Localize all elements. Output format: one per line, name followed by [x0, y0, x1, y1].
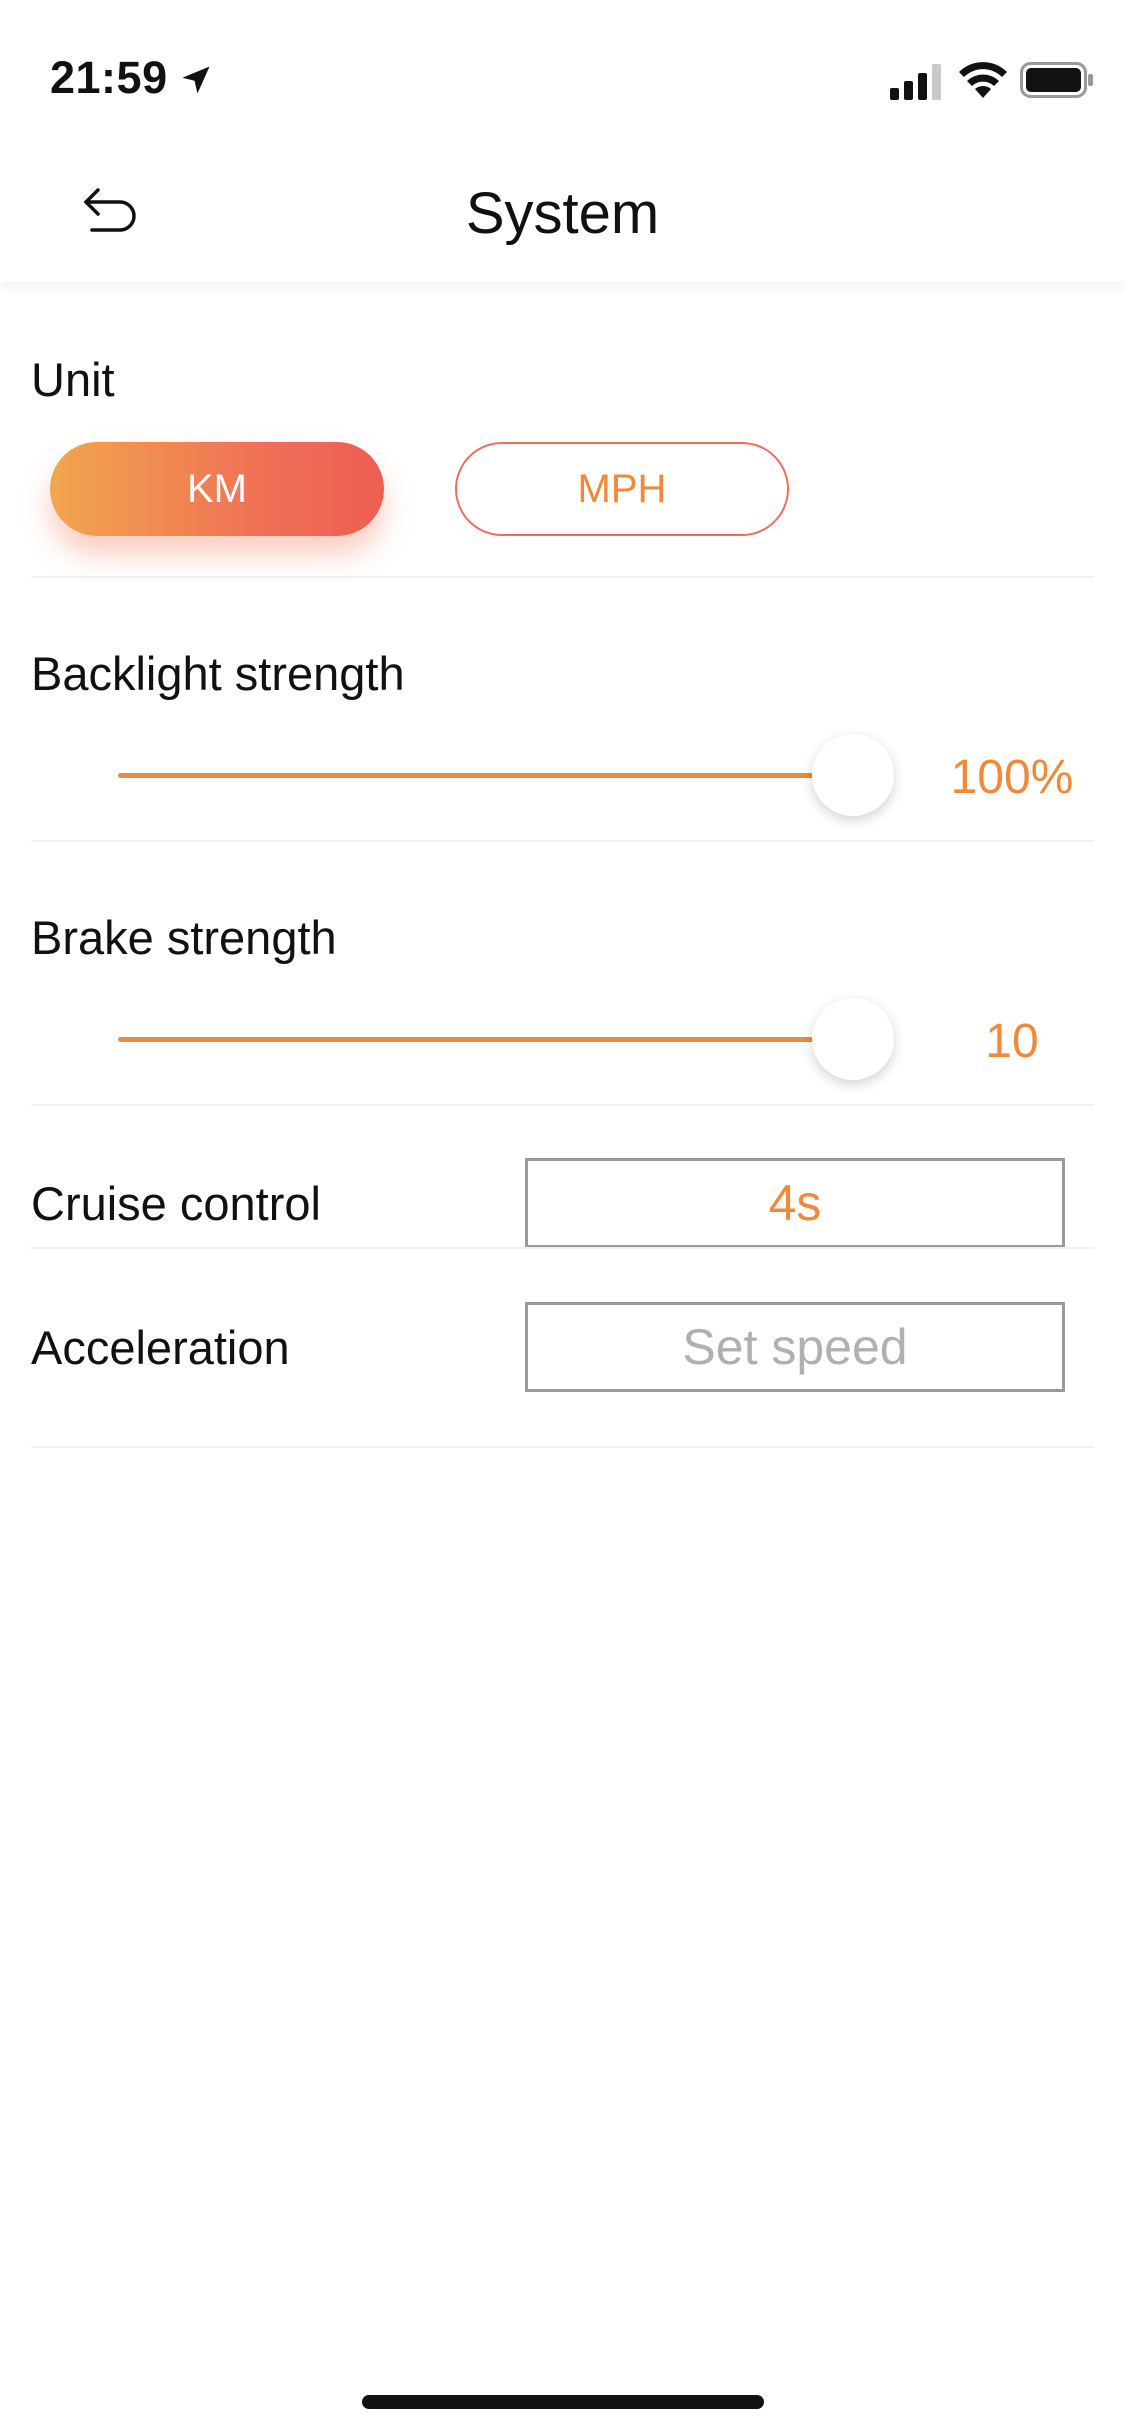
status-bar: 21:59	[0, 0, 1125, 140]
cruise-control-value: 4s	[768, 1175, 822, 1231]
battery-icon	[1020, 62, 1093, 98]
unit-km-button[interactable]: KM	[50, 442, 384, 536]
brake-label: Brake strength	[31, 911, 337, 964]
page-title: System	[465, 181, 660, 246]
backlight-slider-thumb[interactable]	[812, 734, 894, 816]
acceleration-speed-input[interactable]	[525, 1302, 1065, 1392]
brake-slider-thumb[interactable]	[812, 998, 894, 1080]
brake-slider-track[interactable]	[118, 1037, 853, 1042]
unit-label: Unit	[31, 353, 115, 406]
backlight-slider-track[interactable]	[118, 773, 853, 778]
location-arrow-icon	[182, 66, 210, 94]
wifi-icon	[959, 62, 1007, 98]
cellular-signal-icon	[890, 64, 941, 100]
acceleration-label: Acceleration	[31, 1321, 290, 1374]
backlight-value: 100%	[950, 751, 1074, 804]
nav-header: System	[0, 140, 1125, 282]
cruise-control-label: Cruise control	[31, 1177, 321, 1230]
unit-mph-button[interactable]: MPH	[455, 442, 789, 536]
divider	[31, 1247, 1094, 1249]
backlight-label: Backlight strength	[31, 647, 405, 700]
status-time: 21:59	[50, 52, 168, 103]
home-indicator	[362, 2395, 764, 2409]
divider	[31, 1104, 1094, 1106]
divider	[31, 576, 1094, 578]
cruise-control-field[interactable]: 4s	[525, 1158, 1065, 1248]
brake-value: 10	[985, 1015, 1039, 1068]
divider	[31, 840, 1094, 842]
divider	[31, 1446, 1094, 1448]
